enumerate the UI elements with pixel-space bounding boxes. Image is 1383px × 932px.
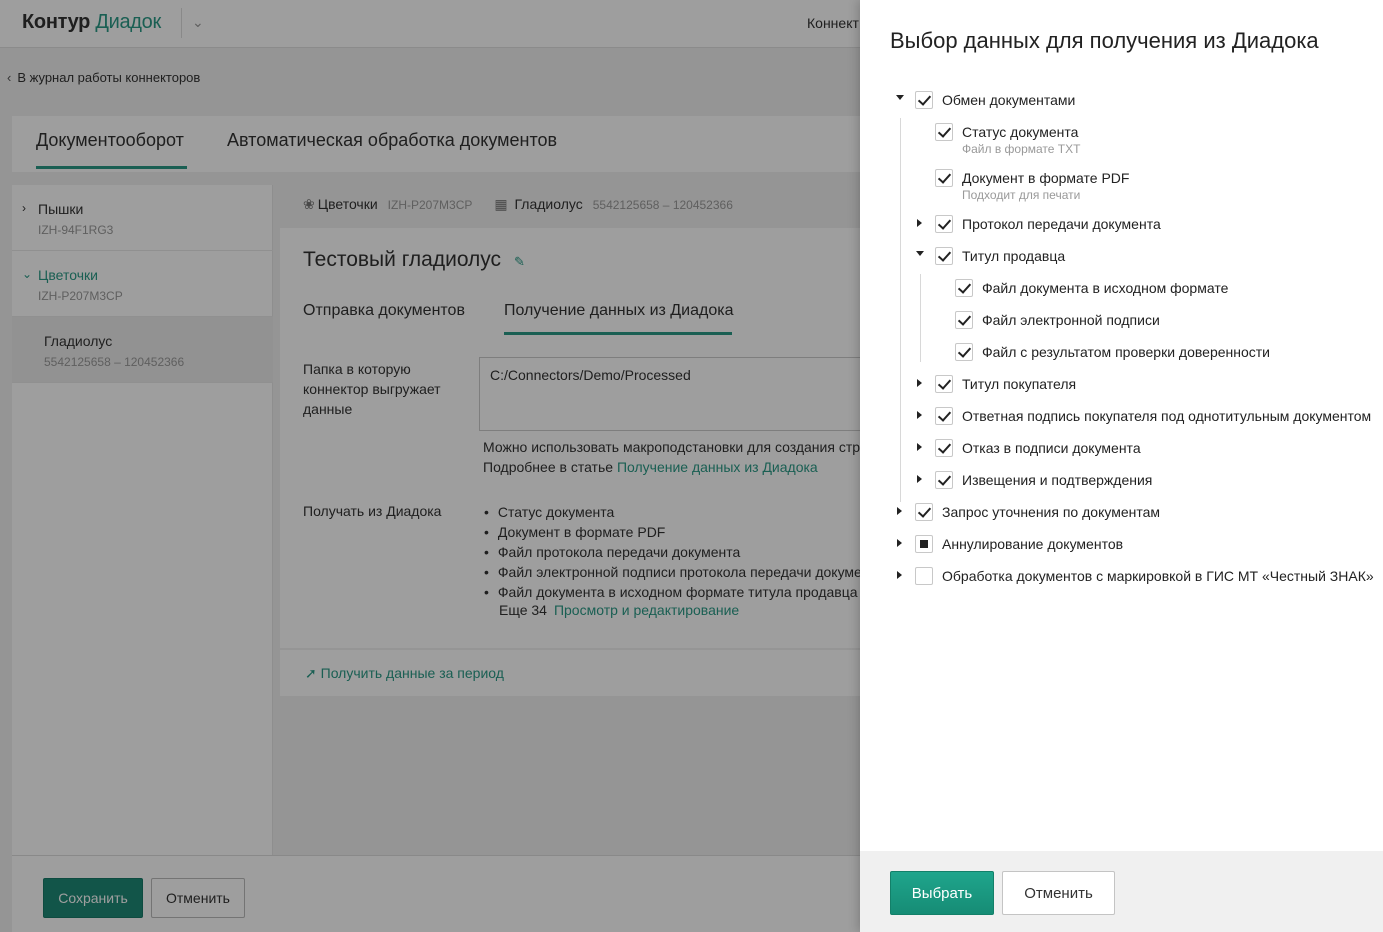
checkbox[interactable] xyxy=(935,123,953,141)
tree-item-label: Запрос уточнения по документам xyxy=(942,504,1160,520)
tree-item[interactable]: Титул продавца xyxy=(860,240,1383,272)
tree-item-label: Аннулирование документов xyxy=(942,536,1124,552)
checkbox[interactable] xyxy=(955,279,973,297)
tree-item-label: Документ в формате PDF xyxy=(962,170,1130,186)
caret-right-icon[interactable] xyxy=(917,475,922,483)
checkbox[interactable] xyxy=(935,215,953,233)
tree-item[interactable]: Извещения и подтверждения xyxy=(860,464,1383,496)
tree-item-label: Файл электронной подписи xyxy=(982,312,1160,328)
tree-item[interactable]: Аннулирование документов xyxy=(860,528,1383,560)
caret-right-icon[interactable] xyxy=(897,539,902,547)
caret-right-icon[interactable] xyxy=(897,571,902,579)
tree-item-label: Файл с результатом проверки доверенности xyxy=(982,344,1270,360)
tree-item[interactable]: Обработка документов с маркировкой в ГИС… xyxy=(860,560,1383,592)
checkbox[interactable] xyxy=(935,375,953,393)
caret-right-icon[interactable] xyxy=(897,507,902,515)
caret-down-icon[interactable] xyxy=(896,95,904,100)
tree-item-label: Обмен документами xyxy=(942,92,1076,108)
tree-item-label: Протокол передачи документа xyxy=(962,216,1161,232)
tree-item-label: Отказ в подписи документа xyxy=(962,440,1141,456)
checkbox[interactable] xyxy=(915,567,933,585)
tree-item-label: Титул покупателя xyxy=(962,376,1077,392)
panel-footer: Выбрать Отменить xyxy=(860,851,1383,932)
caret-right-icon[interactable] xyxy=(917,219,922,227)
panel-title: Выбор данных для получения из Диадока xyxy=(890,28,1319,53)
tree-item[interactable]: Титул покупателя xyxy=(860,368,1383,400)
tree-item[interactable]: Файл документа в исходном формате xyxy=(860,272,1383,304)
tree-item[interactable]: Протокол передачи документа xyxy=(860,208,1383,240)
tree-item[interactable]: Запрос уточнения по документам xyxy=(860,496,1383,528)
checkbox[interactable] xyxy=(955,311,973,329)
caret-right-icon[interactable] xyxy=(917,443,922,451)
tree-item[interactable]: Статус документа Файл в формате TXT xyxy=(860,116,1383,162)
select-button[interactable]: Выбрать xyxy=(890,871,994,915)
tree-item[interactable]: Файл электронной подписи xyxy=(860,304,1383,336)
caret-right-icon[interactable] xyxy=(917,411,922,419)
tree-item[interactable]: Файл с результатом проверки доверенности xyxy=(860,336,1383,368)
tree-item[interactable]: Документ в формате PDF Подходит для печат… xyxy=(860,162,1383,208)
checkbox[interactable] xyxy=(915,91,933,109)
tree-item-label: Обработка документов с маркировкой в ГИС… xyxy=(942,568,1374,584)
cancel-button[interactable]: Отменить xyxy=(1002,871,1115,915)
tree-item-label: Извещения и подтверждения xyxy=(962,472,1153,488)
tree-item-label: Файл документа в исходном формате xyxy=(982,280,1229,296)
tree-item-hint: Файл в формате TXT xyxy=(962,142,1081,156)
data-selection-panel: Выбор данных для получения из Диадока Об… xyxy=(860,0,1383,932)
checkbox[interactable] xyxy=(935,471,953,489)
tree-item-hint: Подходит для печати xyxy=(962,188,1081,202)
checkbox[interactable] xyxy=(935,407,953,425)
checkbox[interactable] xyxy=(935,169,953,187)
checkbox[interactable] xyxy=(915,503,933,521)
tree-item[interactable]: Обмен документами xyxy=(860,84,1383,116)
tree-item-label: Ответная подпись покупателя под однотиту… xyxy=(962,408,1372,424)
tree-item[interactable]: Отказ в подписи документа xyxy=(860,432,1383,464)
tree-item-label: Статус документа xyxy=(962,124,1079,140)
checkbox[interactable] xyxy=(935,439,953,457)
caret-right-icon[interactable] xyxy=(917,379,922,387)
checkbox[interactable] xyxy=(935,247,953,265)
tree-item-label: Титул продавца xyxy=(962,248,1066,264)
caret-down-icon[interactable] xyxy=(916,251,924,256)
checkbox[interactable] xyxy=(915,535,933,553)
tree-item[interactable]: Ответная подпись покупателя под однотиту… xyxy=(860,400,1383,432)
checkbox[interactable] xyxy=(955,343,973,361)
